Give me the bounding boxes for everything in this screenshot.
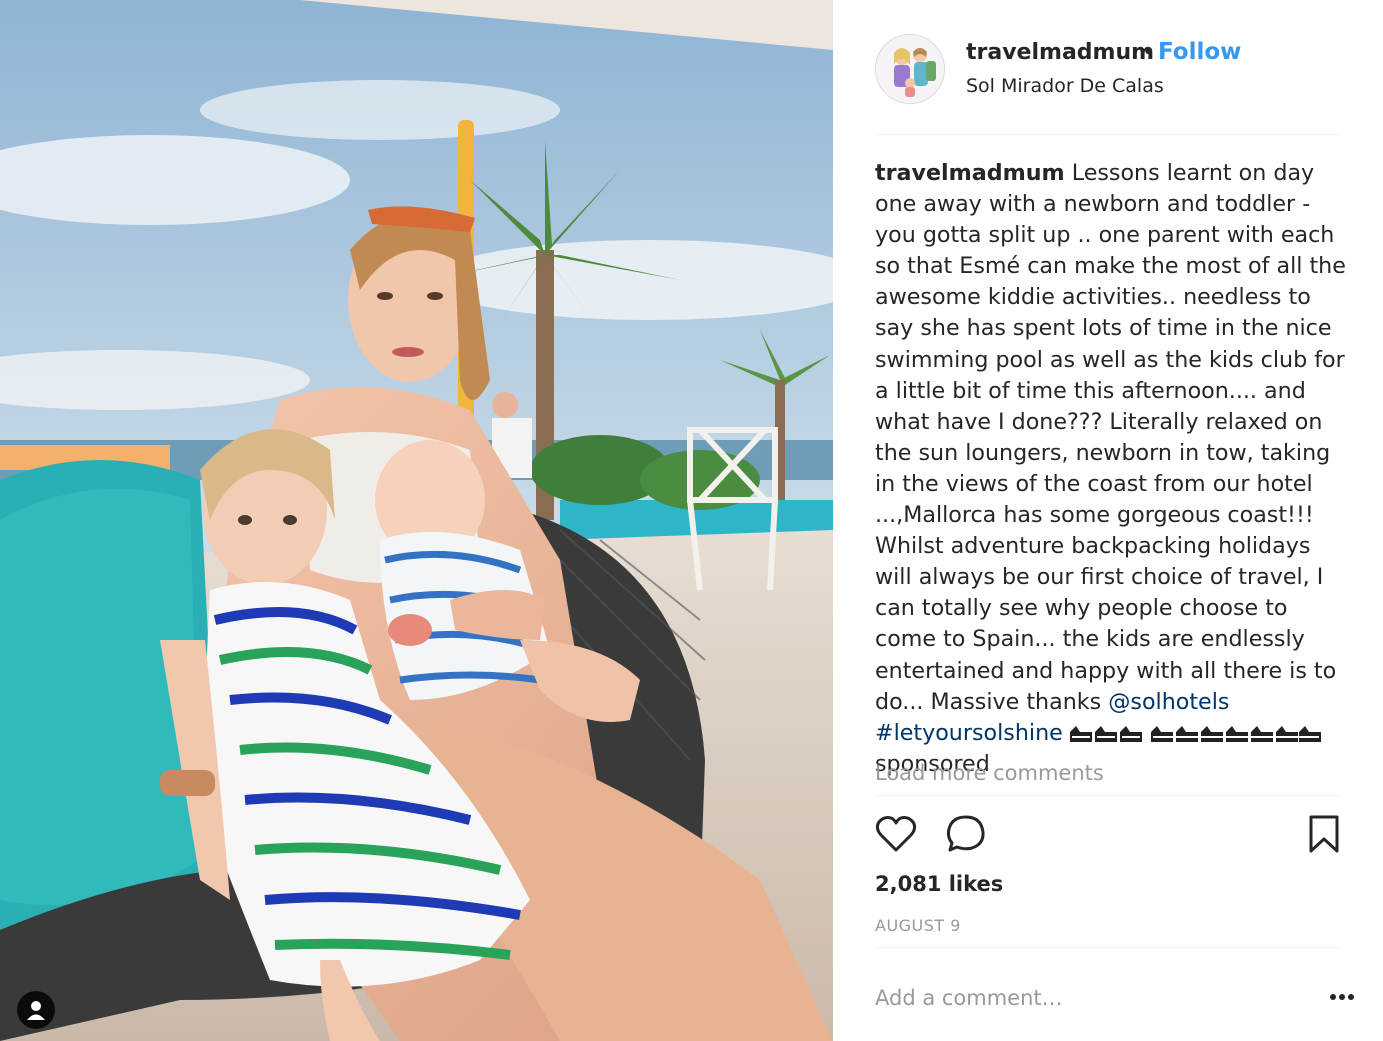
divider — [875, 795, 1341, 796]
post-photo[interactable] — [0, 0, 833, 1041]
comment-bubble-icon — [946, 815, 985, 852]
user-tag-icon — [27, 1001, 45, 1020]
photo-illustration — [0, 0, 833, 1041]
user-tag-button[interactable] — [17, 991, 55, 1029]
location-link[interactable]: Sol Mirador De Calas — [966, 75, 1164, 97]
caption-text: Lessons learnt on day one away with a ne… — [875, 160, 1346, 715]
author-username[interactable]: travelmadmum — [966, 40, 1154, 65]
caption-username[interactable]: travelmadmum — [875, 160, 1065, 186]
clapper-emoji-icon — [1069, 725, 1142, 742]
save-button[interactable] — [1307, 814, 1341, 858]
action-bar — [875, 814, 1341, 856]
load-more-comments-link[interactable]: Load more comments — [875, 761, 1104, 785]
avatar[interactable] — [875, 34, 945, 104]
hashtag-link[interactable]: #letyoursolshine — [875, 720, 1063, 746]
divider — [875, 947, 1341, 948]
post-header: travelmadmum • Follow Sol Mirador De Cal… — [875, 34, 1341, 135]
clapper-emoji-icon — [1150, 725, 1321, 742]
heart-icon — [875, 816, 917, 852]
more-options-button[interactable] — [1329, 986, 1355, 1005]
avatar-illustration — [876, 35, 944, 103]
caption: travelmadmum Lessons learnt on day one a… — [875, 158, 1353, 780]
post-side-panel: travelmadmum • Follow Sol Mirador De Cal… — [833, 0, 1383, 1041]
post-date[interactable]: AUGUST 9 — [875, 916, 961, 935]
mention-link[interactable]: @solhotels — [1108, 689, 1229, 715]
like-button[interactable] — [875, 814, 917, 858]
separator-dot: • — [1142, 40, 1155, 65]
follow-button[interactable]: Follow — [1158, 39, 1241, 65]
comment-input[interactable] — [875, 980, 1295, 1016]
likes-count[interactable]: 2,081 likes — [875, 872, 1003, 896]
comment-button[interactable] — [945, 814, 987, 858]
more-options-icon — [1330, 994, 1354, 1000]
bookmark-icon — [1309, 815, 1339, 853]
